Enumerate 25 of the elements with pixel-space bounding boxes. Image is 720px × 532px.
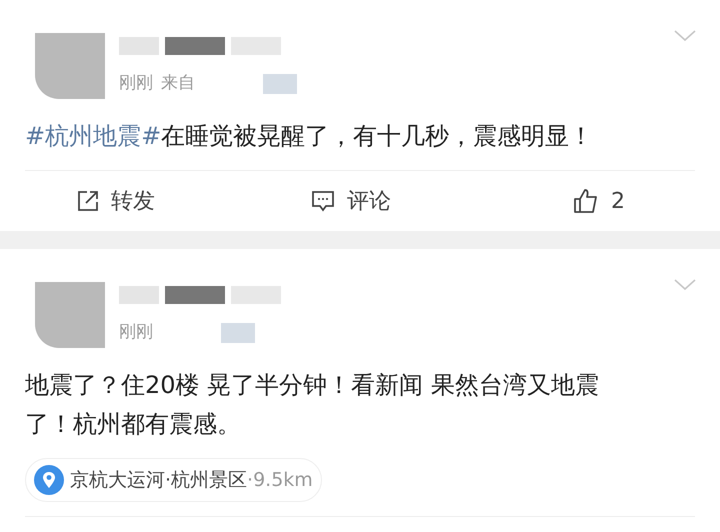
avatar-placeholder[interactable]	[35, 282, 105, 348]
chevron-down-icon[interactable]	[674, 30, 696, 42]
redaction-block	[165, 286, 225, 304]
comment-icon	[311, 190, 335, 212]
action-button[interactable]: 2	[442, 184, 696, 218]
meta-text: 刚刚	[119, 321, 153, 344]
post-text: #杭州地震#在睡觉被晃醒了，有十几秒，震感明显！	[25, 121, 594, 152]
redaction-block	[221, 322, 255, 343]
avatar-placeholder[interactable]	[35, 33, 105, 99]
action-button[interactable]: 转发	[25, 184, 260, 218]
redaction-block	[119, 286, 159, 304]
location-pin-icon	[34, 465, 64, 495]
meta-text: 来自	[161, 72, 195, 95]
post-text: 地震了？住20楼 晃了半分钟！看新闻 果然台湾又地震了！杭州都有震感。	[25, 370, 600, 440]
meta-text: 刚刚	[119, 72, 153, 95]
location-name: 京杭大运河·杭州景区	[70, 468, 248, 493]
location-tag[interactable]: 京杭大运河·杭州景区·9.5km	[25, 458, 322, 502]
redaction-block	[263, 74, 297, 94]
share-icon	[77, 190, 99, 212]
redaction-block	[165, 37, 225, 55]
thumbs-up-icon	[573, 188, 600, 214]
location-distance: ·9.5km	[247, 468, 313, 493]
redaction-block	[119, 37, 159, 55]
chevron-down-icon[interactable]	[674, 279, 696, 291]
action-button[interactable]: 评论	[260, 184, 442, 218]
